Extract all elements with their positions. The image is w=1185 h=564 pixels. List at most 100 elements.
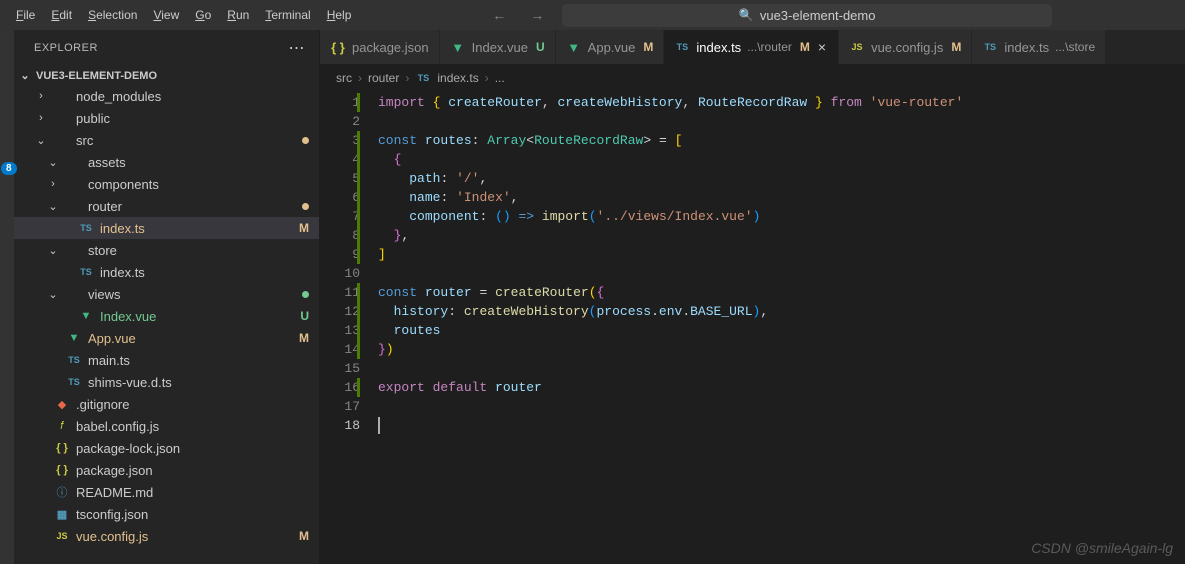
tree-item-assets[interactable]: ⌄assets [14, 151, 319, 173]
code-line[interactable]: name: 'Index', [378, 188, 1185, 207]
breadcrumb-part[interactable]: index.ts [437, 71, 478, 85]
tree-label: public [76, 111, 311, 126]
menu-view[interactable]: View [145, 4, 187, 26]
titlebar-center: ← → 🔍 vue3-element-demo [361, 4, 1177, 27]
code-line[interactable]: { [378, 150, 1185, 169]
tab-status: M [643, 40, 653, 54]
code-line[interactable]: ] [378, 245, 1185, 264]
menu-help[interactable]: Help [319, 4, 360, 26]
tree-label: main.ts [88, 353, 311, 368]
code-line[interactable]: import { createRouter, createWebHistory,… [378, 93, 1185, 112]
tree-item-router[interactable]: ⌄router [14, 195, 319, 217]
code-line[interactable]: const router = createRouter({ [378, 283, 1185, 302]
git-dot [302, 133, 309, 147]
tree-item-index-vue[interactable]: ▼ Index.vueU [14, 305, 319, 327]
editor-area: { }package.json▼Index.vueU▼App.vueMTSind… [320, 30, 1185, 564]
tree-item-store[interactable]: ⌄ store [14, 239, 319, 261]
menu-terminal[interactable]: Terminal [257, 4, 318, 26]
tree-label: Index.vue [100, 309, 311, 324]
code-line[interactable]: component: () => import('../views/Index.… [378, 207, 1185, 226]
nav-back-icon[interactable]: ← [486, 5, 512, 25]
sidebar-more-icon[interactable]: ⋯ [289, 38, 306, 58]
tree-item-package-lock-json[interactable]: { }package-lock.json [14, 437, 319, 459]
tree-item-package-json[interactable]: { }package.json [14, 459, 319, 481]
code-line[interactable]: }, [378, 226, 1185, 245]
menu-edit[interactable]: Edit [43, 4, 80, 26]
sidebar-header: EXPLORER ⋯ [14, 30, 319, 66]
line-number: 15 [320, 359, 360, 378]
menu-go[interactable]: Go [187, 4, 219, 26]
tab-index-ts[interactable]: TSindex.ts...\store [972, 30, 1106, 64]
code-line[interactable] [378, 397, 1185, 416]
chevron-icon: ⌄ [46, 244, 60, 257]
command-search[interactable]: 🔍 vue3-element-demo [562, 4, 1052, 27]
search-text: vue3-element-demo [760, 8, 876, 23]
folder-icon [66, 154, 82, 170]
activity-bar[interactable] [0, 30, 14, 564]
folder-icon [66, 286, 82, 302]
code-line[interactable]: history: createWebHistory(process.env.BA… [378, 302, 1185, 321]
tree-label: vue.config.js [76, 529, 311, 544]
tree-item-index-ts[interactable]: TSindex.tsM [14, 217, 319, 239]
nav-forward-icon[interactable]: → [524, 5, 550, 25]
close-icon[interactable]: × [816, 39, 828, 55]
breadcrumb-part[interactable]: router [368, 71, 399, 85]
code-line[interactable] [378, 112, 1185, 131]
tree-item-public[interactable]: ›public [14, 107, 319, 129]
tab-vue-config-js[interactable]: JSvue.config.jsM [839, 30, 972, 64]
menu-selection[interactable]: Selection [80, 4, 145, 26]
git-status-badge: M [299, 221, 309, 235]
tree-label: router [88, 199, 311, 214]
tab-index-ts[interactable]: TSindex.ts...\routerM× [664, 30, 839, 64]
tree-label: components [88, 177, 311, 192]
code-line[interactable]: routes [378, 321, 1185, 340]
tree-item-app-vue[interactable]: ▼App.vueM [14, 327, 319, 349]
tree-item-tsconfig-json[interactable]: ▦tsconfig.json [14, 503, 319, 525]
code-line[interactable]: path: '/', [378, 169, 1185, 188]
line-number: 9 [320, 245, 360, 264]
watermark: CSDN @smileAgain-lg [1031, 540, 1173, 556]
code-line[interactable] [378, 264, 1185, 283]
code-line[interactable]: const routes: Array<RouteRecordRaw> = [ [378, 131, 1185, 150]
tree-item-vue-config-js[interactable]: JSvue.config.jsM [14, 525, 319, 547]
code-line[interactable]: }) [378, 340, 1185, 359]
line-number: 16 [320, 378, 360, 397]
menu-file[interactable]: File [8, 4, 43, 26]
line-number: 6 [320, 188, 360, 207]
tree-item-components[interactable]: › components [14, 173, 319, 195]
tab-label: index.ts [1004, 40, 1049, 55]
code-content[interactable]: import { createRouter, createWebHistory,… [378, 91, 1185, 564]
git-status-badge: U [300, 309, 309, 323]
chevron-icon: › [46, 178, 60, 190]
breadcrumb-part[interactable]: src [336, 71, 352, 85]
tree-label: store [88, 243, 311, 258]
tab-app-vue[interactable]: ▼App.vueM [556, 30, 665, 64]
git-status-badge: M [299, 331, 309, 345]
tree-item-src[interactable]: ⌄src [14, 129, 319, 151]
chevron-icon: › [34, 90, 48, 102]
breadcrumb-part[interactable]: ... [495, 71, 505, 85]
tree-item-main-ts[interactable]: TSmain.ts [14, 349, 319, 371]
tree-label: assets [88, 155, 311, 170]
tree-item-shims-vue-d-ts[interactable]: TSshims-vue.d.ts [14, 371, 319, 393]
tree-label: package.json [76, 463, 311, 478]
project-header[interactable]: ⌄ VUE3-ELEMENT-DEMO [14, 66, 319, 85]
tree-item-index-ts[interactable]: TSindex.ts [14, 261, 319, 283]
code-line[interactable] [378, 416, 1185, 435]
tree-item-views[interactable]: ⌄views [14, 283, 319, 305]
code-line[interactable] [378, 359, 1185, 378]
menu-run[interactable]: Run [219, 4, 257, 26]
md-icon: ⓘ [54, 484, 70, 500]
code-area[interactable]: 123456789101112131415161718 import { cre… [320, 91, 1185, 564]
tree-item-readme-md[interactable]: ⓘREADME.md [14, 481, 319, 503]
tree-item-babel-config-js[interactable]: 𝑓babel.config.js [14, 415, 319, 437]
tab-index-vue[interactable]: ▼Index.vueU [440, 30, 556, 64]
line-number: 4 [320, 150, 360, 169]
vue-icon: ▼ [78, 308, 94, 324]
breadcrumb: src›router›TSindex.ts›... [320, 65, 1185, 91]
code-line[interactable]: export default router [378, 378, 1185, 397]
tree-item-node_modules[interactable]: ›node_modules [14, 85, 319, 107]
tree-item--gitignore[interactable]: ◆.gitignore [14, 393, 319, 415]
folder-icon [54, 88, 70, 104]
tab-package-json[interactable]: { }package.json [320, 30, 440, 64]
